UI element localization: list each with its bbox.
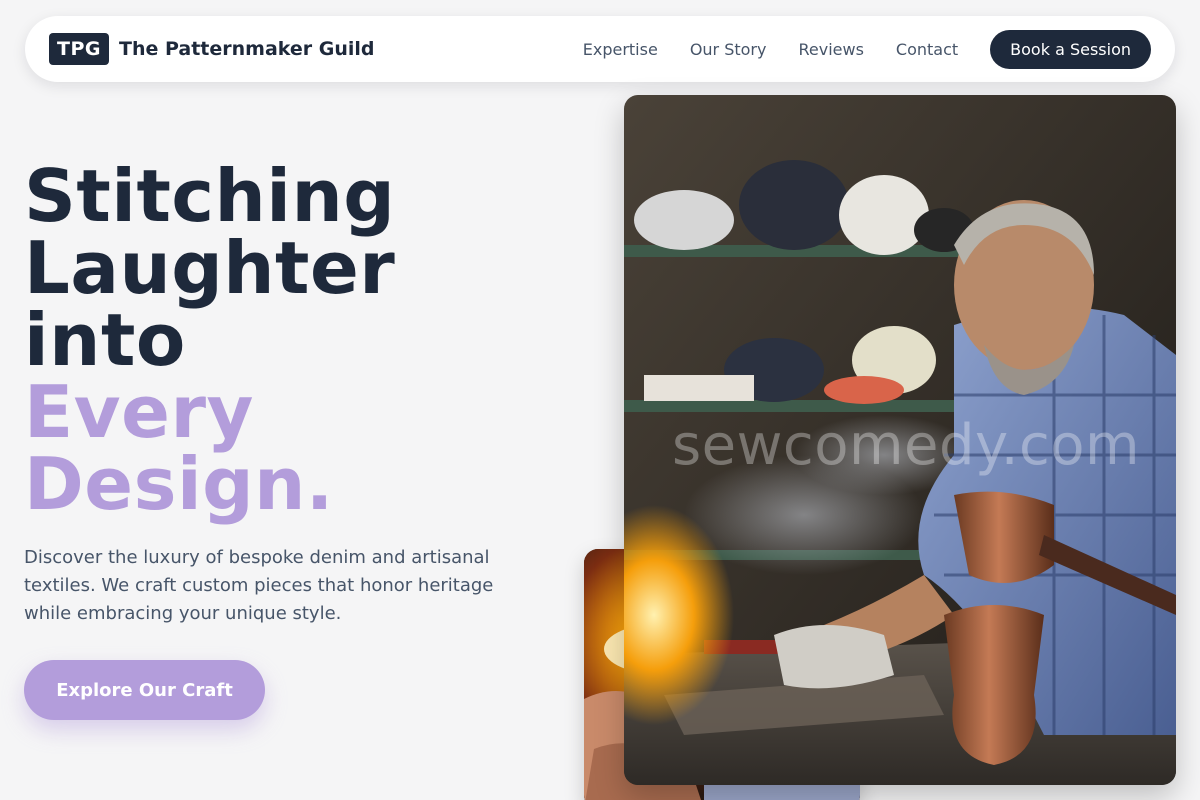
explore-craft-button[interactable]: Explore Our Craft (24, 660, 265, 720)
hero-title-line: into (24, 298, 186, 382)
hero-title-accent-line: Every (24, 370, 254, 454)
image-watermark: sewcomedy.com (672, 413, 1141, 478)
brand-name[interactable]: The Patternmaker Guild (119, 38, 375, 60)
book-session-button[interactable]: Book a Session (990, 29, 1151, 69)
navbar: TPG The Patternmaker Guild Expertise Our… (25, 16, 1175, 82)
logo-badge[interactable]: TPG (49, 33, 109, 65)
hero-subtitle: Discover the luxury of bespoke denim and… (24, 547, 494, 624)
hero-title: Stitching Laughter into Every Design. (24, 160, 395, 520)
hero-title-line: Laughter (24, 226, 396, 310)
hero-title-accent-line: Design. (24, 442, 334, 526)
main-craftsman-image: sewcomedy.com (624, 95, 1176, 785)
nav-link-expertise[interactable]: Expertise (583, 40, 658, 59)
nav-link-reviews[interactable]: Reviews (798, 40, 863, 59)
nav-links: Expertise Our Story Reviews Contact Book… (583, 29, 1151, 69)
nav-link-contact[interactable]: Contact (896, 40, 958, 59)
nav-link-our-story[interactable]: Our Story (690, 40, 767, 59)
hero-title-line: Stitching (24, 154, 396, 238)
